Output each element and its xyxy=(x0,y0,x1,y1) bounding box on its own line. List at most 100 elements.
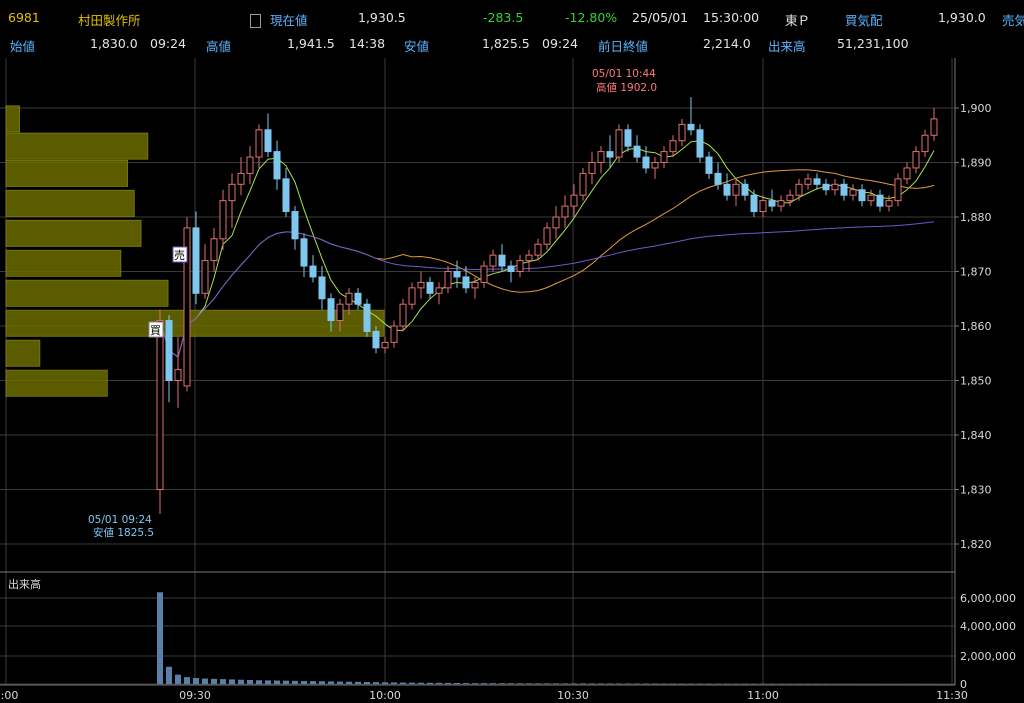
low-annotation-time: 05/01 09:24 xyxy=(88,514,152,526)
candle xyxy=(579,172,587,196)
candle xyxy=(210,238,218,262)
candle xyxy=(714,172,722,185)
sell-badge[interactable]: 売 xyxy=(174,249,185,262)
candle xyxy=(399,303,407,327)
high-annotation-price: 高値 1902.0 xyxy=(596,81,657,94)
high-value: 1,941.5 xyxy=(287,36,335,51)
volume-bar xyxy=(319,681,325,684)
volume-bar xyxy=(427,682,433,684)
open-label: 始値 xyxy=(10,39,36,54)
candle xyxy=(174,369,182,382)
high-label: 高値 xyxy=(206,39,232,54)
low-value: 1,825.5 xyxy=(482,36,530,51)
volume-bar xyxy=(355,681,361,684)
candle xyxy=(273,151,281,180)
price-tick-label: 1,870 xyxy=(960,266,992,279)
volume-tick-label: 4,000,000 xyxy=(960,620,1016,633)
volume-bar xyxy=(526,683,532,684)
candle xyxy=(768,200,776,207)
low-time: 09:24 xyxy=(542,36,579,51)
prev-close-label: 前日終値 xyxy=(598,39,649,54)
candle xyxy=(201,260,209,294)
candle xyxy=(462,276,470,289)
volume-bar xyxy=(364,681,370,684)
candle xyxy=(705,156,713,174)
time-tick-label: 11:00 xyxy=(747,689,779,702)
time-tick-label: 11:30 xyxy=(936,689,968,702)
price-chart[interactable]: 1,900 1,890 1,880 1,870 1,860 1,850 1,840 1,830… xyxy=(0,56,1024,703)
candle xyxy=(831,183,839,191)
volume-bar xyxy=(472,683,478,684)
candle xyxy=(678,123,686,142)
volume-bar xyxy=(265,680,271,684)
candle xyxy=(237,172,245,185)
candle xyxy=(651,162,659,169)
volume-bar xyxy=(589,683,595,684)
volume-bar xyxy=(346,681,352,684)
price-tick-label: 1,900 xyxy=(960,102,992,115)
candle xyxy=(228,183,236,202)
candle xyxy=(480,265,488,283)
candle xyxy=(687,123,695,131)
candle xyxy=(255,129,263,158)
volume-bar xyxy=(283,680,289,684)
candle xyxy=(777,200,785,207)
ask-label: 売気 xyxy=(1002,13,1024,28)
volume-bar xyxy=(553,683,559,684)
volume-bar xyxy=(508,683,514,684)
stock-code[interactable]: 6981 xyxy=(8,10,40,25)
volume-bar xyxy=(409,682,415,684)
volume-bar xyxy=(382,682,388,684)
buy-badge[interactable]: 買 xyxy=(150,324,161,337)
volume-profile-bar xyxy=(5,339,41,367)
price-tick-label: 1,890 xyxy=(960,157,992,170)
candle xyxy=(390,325,398,343)
candle xyxy=(381,341,389,349)
candle xyxy=(912,151,920,169)
volume-bar xyxy=(229,679,235,684)
candle xyxy=(732,183,740,196)
time-tick-label: 10:30 xyxy=(557,689,589,702)
candle xyxy=(759,200,767,213)
price-tick-label: 1,820 xyxy=(960,538,992,551)
volume-bar xyxy=(166,666,172,684)
volume-bar xyxy=(562,683,568,684)
volume-bar xyxy=(598,683,604,684)
price-tick-label: 1,840 xyxy=(960,429,992,442)
price-tick-label: 1,850 xyxy=(960,375,992,388)
price-tick-label: 1,830 xyxy=(960,484,992,497)
prev-close-value: 2,214.0 xyxy=(703,36,751,51)
price-tick-label: 1,860 xyxy=(960,320,992,333)
volume-bar xyxy=(310,681,316,684)
header-row-1: 6981 村田製作所 現在値 1,930.5 -283.5 -12.80% 25… xyxy=(0,7,1024,29)
candle xyxy=(282,178,290,213)
candle xyxy=(921,134,929,153)
volume-bar xyxy=(193,677,199,684)
candle xyxy=(885,200,893,207)
candle xyxy=(516,260,524,273)
candle xyxy=(804,178,812,185)
time-tick-label: 9:00 xyxy=(0,689,18,702)
candle xyxy=(786,194,794,202)
volume-panel-label: 出来高 xyxy=(8,577,41,591)
volume-bar xyxy=(616,683,622,684)
candle xyxy=(930,118,938,136)
price-change-pct: -12.80% xyxy=(565,10,618,25)
time-tick-label: 10:00 xyxy=(369,689,401,702)
candle xyxy=(309,265,317,278)
price-tick-label: 1,880 xyxy=(960,211,992,224)
candle xyxy=(291,211,299,240)
volume-bar xyxy=(517,683,523,684)
volume-bar xyxy=(463,683,469,684)
volume-bar xyxy=(373,682,379,684)
volume-bar xyxy=(274,680,280,684)
high-time: 14:38 xyxy=(349,36,386,51)
candle xyxy=(615,129,623,158)
volume-bar xyxy=(607,683,613,684)
time-tick-label: 09:30 xyxy=(179,689,211,702)
candle xyxy=(453,271,461,278)
candle xyxy=(192,227,200,294)
quote-date: 25/05/01 xyxy=(632,10,689,25)
stock-name[interactable]: 村田製作所 xyxy=(78,10,141,29)
candle xyxy=(903,167,911,180)
